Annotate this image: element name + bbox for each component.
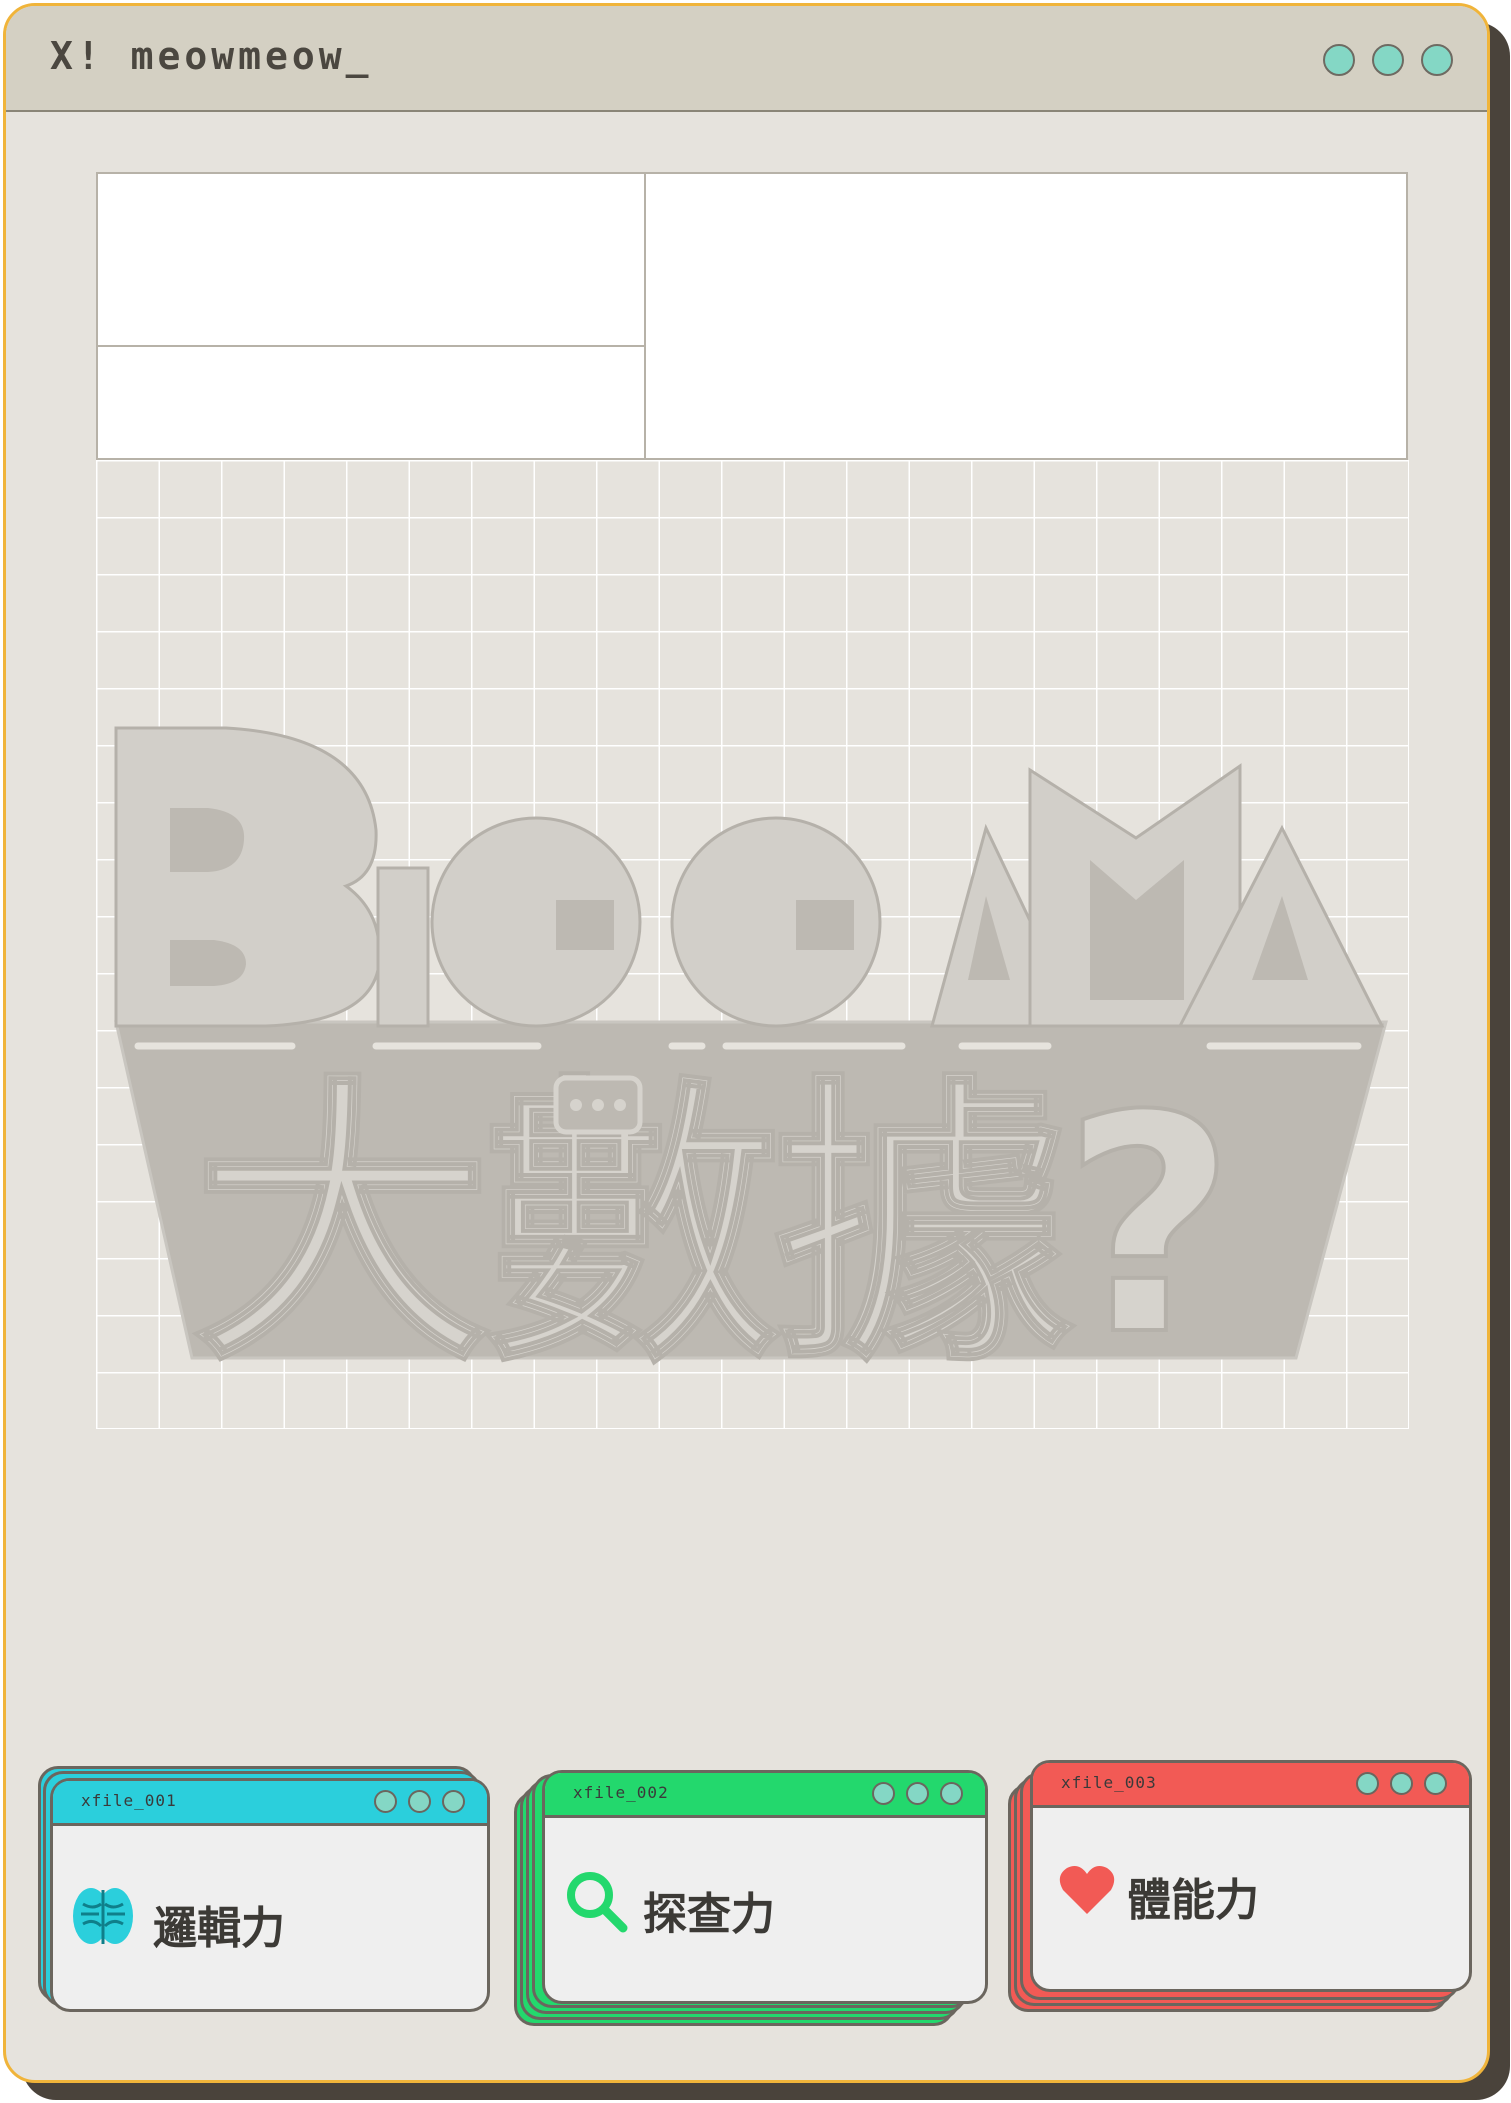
card-dot[interactable] xyxy=(1390,1772,1413,1795)
table-divider-vertical xyxy=(644,174,646,458)
card-file-name: xfile_002 xyxy=(573,1783,669,1802)
card-xfile-002[interactable]: xfile_002 探查力 xyxy=(514,1770,988,2028)
brain-icon xyxy=(73,1888,133,1944)
window-title: X! meowmeow_ xyxy=(50,34,373,78)
card-dot[interactable] xyxy=(1424,1772,1447,1795)
card-window: xfile_002 探查力 xyxy=(542,1770,988,2004)
biggama-logo: 大數據? xyxy=(114,726,1388,1400)
logo-chinese-text: 大數據? xyxy=(192,1052,1226,1400)
card-label: 體能力 xyxy=(1127,1875,1259,1926)
card-label: 探查力 xyxy=(643,1889,775,1940)
heart-icon xyxy=(1059,1866,1115,1914)
card-title-bar: xfile_003 xyxy=(1033,1763,1469,1808)
card-dot[interactable] xyxy=(906,1782,929,1805)
blank-table xyxy=(96,172,1408,460)
card-window: xfile_003 體能力 xyxy=(1030,1760,1472,1992)
card-title-bar: xfile_001 xyxy=(53,1781,487,1826)
card-xfile-001[interactable]: xfile_001 邏輯力 xyxy=(38,1766,492,2014)
card-dot[interactable] xyxy=(374,1790,397,1813)
card-xfile-003[interactable]: xfile_003 體能力 xyxy=(1008,1760,1472,2014)
card-dot[interactable] xyxy=(408,1790,431,1813)
logo-letter-b xyxy=(114,726,381,1028)
card-dot[interactable] xyxy=(1356,1772,1379,1795)
logo-letter-i xyxy=(376,866,430,1028)
card-file-name: xfile_003 xyxy=(1061,1773,1157,1792)
window-dot-1[interactable] xyxy=(1323,44,1355,76)
card-window: xfile_001 邏輯力 xyxy=(50,1778,490,2012)
card-file-name: xfile_001 xyxy=(81,1791,177,1810)
card-dot[interactable] xyxy=(442,1790,465,1813)
window-controls xyxy=(1323,44,1453,76)
table-divider-horizontal xyxy=(98,345,644,347)
card-title-bar: xfile_002 xyxy=(545,1773,985,1818)
card-dot[interactable] xyxy=(872,1782,895,1805)
magnifier-icon xyxy=(567,1872,628,1933)
window-dot-3[interactable] xyxy=(1421,44,1453,76)
card-label: 邏輯力 xyxy=(153,1903,285,1954)
title-bar[interactable]: X! meowmeow_ xyxy=(6,6,1487,112)
card-dot[interactable] xyxy=(940,1782,963,1805)
window-dot-2[interactable] xyxy=(1372,44,1404,76)
